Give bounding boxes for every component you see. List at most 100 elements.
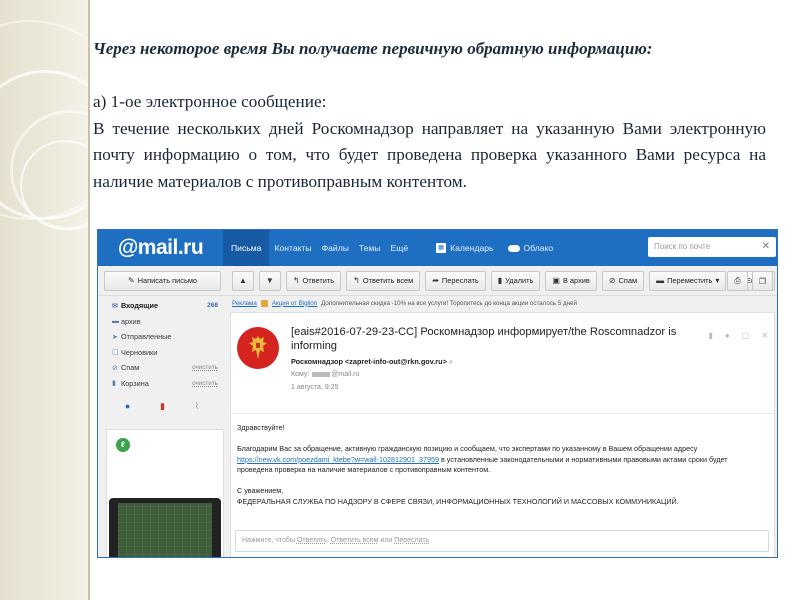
reply-all-label: Ответить всем — [362, 276, 414, 285]
letter-recipient: Кому: @mail.ru — [291, 371, 359, 378]
folder-trash[interactable]: ▮ Корзина очистить — [98, 376, 226, 392]
delete-button[interactable]: ▮ Удалить — [490, 270, 541, 291]
copy-button[interactable]: ❐ — [751, 271, 773, 291]
forward-label: Переслать — [441, 276, 479, 285]
mail-header: @mail.ru Письма Контакты Файлы Темы Ещё … — [98, 230, 777, 266]
letter-subject: [eais#2016-07-29-23-CC] Роскомнадзор инф… — [291, 326, 677, 352]
folder-list: ✉ Входящие 268 ▬ архив ➤ Отправленные ▢ … — [98, 296, 226, 391]
folder-spam[interactable]: ⊘ Спам очистить — [98, 360, 226, 376]
mail-toolbar: ✎ Написать письмо ▲ ▼ ↰ Ответить ↰ Ответ… — [98, 266, 777, 296]
folder-inbox[interactable]: ✉ Входящие 268 — [98, 298, 226, 314]
nav-calendar[interactable]: ▦ Календарь — [431, 230, 498, 266]
closing: С уважением, — [237, 486, 284, 495]
forward-button[interactable]: ➦ Переслать — [425, 270, 486, 291]
dot-icon[interactable]: ● — [725, 331, 730, 340]
cloud-icon — [507, 244, 520, 252]
slide-text: а) 1-ое электронное сообщение: В течение… — [93, 89, 766, 195]
clear-trash-link[interactable]: очистить — [192, 380, 218, 387]
paperclip-icon[interactable]: ⌇ — [195, 401, 199, 412]
redacted-address — [312, 371, 331, 377]
mail-screenshot: @mail.ru Письма Контакты Файлы Темы Ещё … — [97, 229, 778, 558]
trash-icon: ▮ — [112, 380, 116, 388]
slide-paragraph: В течение нескольких дней Роскомнадзор н… — [93, 118, 766, 191]
reply-all-button[interactable]: ↰ Ответить всем — [346, 270, 421, 291]
reply-all-link[interactable]: Ответить всем — [331, 537, 379, 544]
reply-prefix: Нажмите, чтобы — [242, 537, 295, 544]
unread-count: 268 — [207, 302, 218, 310]
to-domain: @mail.ru — [331, 371, 360, 378]
nav-cloud[interactable]: Облако — [503, 230, 559, 266]
search-icon[interactable]: ⌕ — [449, 357, 453, 366]
folder-drafts[interactable]: ▢ Черновики — [98, 345, 226, 361]
archive-button[interactable]: ▣ В архив — [545, 270, 597, 291]
ad-text: Дополнительная скидка -10% на все услуги… — [321, 299, 577, 307]
move-label: Переместить — [667, 276, 713, 285]
reply-icon: ↰ — [292, 276, 300, 285]
folder-label: Черновики — [121, 347, 158, 357]
mail-nav: Письма Контакты Файлы Темы Ещё ▦ Календа… — [223, 230, 558, 266]
bookmark-icon[interactable]: ▮ — [160, 401, 165, 412]
sender-address: Роскомнадзор <zapret-info-out@rkn.gov.ru… — [291, 357, 447, 366]
letter-sender[interactable]: Роскомнадзор <zapret-info-out@rkn.gov.ru… — [291, 357, 453, 367]
sidebar-ad[interactable]: ℓ — [106, 429, 224, 557]
vk-link[interactable]: https://new.vk.com/poezdami_ktebe?w=wall… — [237, 455, 439, 464]
spam-button[interactable]: ⊘ Спам — [601, 270, 645, 291]
forward-link[interactable]: Переслать — [394, 537, 429, 544]
slide-decoration — [0, 0, 88, 600]
ad-banner: Реклама Акция от Biglion Дополнительная … — [226, 296, 777, 310]
bookmark-icon[interactable]: ▮ — [708, 331, 712, 340]
folder-sidebar: ✉ Входящие 268 ▬ архив ➤ Отправленные ▢ … — [98, 296, 226, 557]
compose-button[interactable]: ✎ Написать письмо — [104, 270, 221, 291]
arrow-down-icon: ▼ — [265, 276, 274, 285]
letter: [eais#2016-07-29-23-CC] Роскомнадзор инф… — [230, 312, 775, 557]
prev-button[interactable]: ▲ — [232, 270, 254, 291]
reply-link[interactable]: Ответить — [297, 537, 327, 544]
folder-label: архив — [121, 316, 141, 326]
folder-sent[interactable]: ➤ Отправленные — [98, 329, 226, 345]
ad-link[interactable]: Акция от Biglion — [272, 300, 317, 307]
ad-logo-icon: ℓ — [116, 438, 130, 452]
nav-letters[interactable]: Письма — [223, 230, 270, 266]
draft-icon: ▢ — [112, 349, 119, 357]
reply-label: Ответить — [302, 276, 335, 285]
copy-icon: ❐ — [758, 276, 766, 286]
next-button[interactable]: ▼ — [258, 270, 281, 291]
close-icon[interactable]: ✕ — [762, 237, 770, 257]
folder-icon: ▬ — [112, 317, 119, 325]
slide-divider — [88, 0, 90, 600]
forward-icon: ➦ — [432, 276, 439, 285]
pencil-icon: ✎ — [127, 276, 135, 285]
folder-archive[interactable]: ▬ архив — [98, 314, 226, 330]
print-button[interactable]: ⎙ — [727, 271, 748, 291]
folder-label: Входящие — [121, 301, 159, 311]
calendar-icon: ▦ — [436, 243, 447, 253]
compose-label: Написать письмо — [137, 276, 198, 285]
archive-label: В архив — [562, 276, 590, 285]
quick-reply-field[interactable]: Нажмите, чтобы Ответить, Ответить всем и… — [235, 530, 769, 552]
greeting: Здравствуйте! — [237, 423, 285, 432]
square-icon[interactable]: ▢ — [742, 331, 750, 340]
dot-icon[interactable]: ● — [125, 401, 130, 412]
slide-heading: Через некоторое время Вы получаете перви… — [93, 39, 653, 58]
signature: ФЕДЕРАЛЬНАЯ СЛУЖБА ПО НАДЗОРУ В СФЕРЕ СВ… — [237, 496, 679, 506]
move-button[interactable]: ▬ Переместить ▾ — [649, 270, 727, 291]
nav-cloud-label: Облако — [523, 243, 554, 253]
mail-logo[interactable]: @mail.ru — [98, 236, 223, 260]
close-icon[interactable]: ✕ — [761, 331, 768, 340]
ad-tag[interactable]: Реклама — [232, 300, 257, 307]
nav-files[interactable]: Файлы — [317, 230, 354, 266]
folder-icon: ▬ — [656, 276, 665, 285]
nav-more[interactable]: Ещё — [386, 230, 414, 266]
search-input[interactable]: Поиск по почте ✕ — [648, 237, 776, 257]
reply-all-icon: ↰ — [353, 276, 360, 285]
clear-spam-link[interactable]: очистить — [192, 364, 218, 371]
inbox-icon: ✉ — [112, 302, 118, 310]
nav-contacts[interactable]: Контакты — [269, 230, 316, 266]
ad-icon — [260, 299, 268, 307]
arrow-up-icon: ▲ — [239, 276, 247, 285]
reply-or: или — [380, 537, 393, 544]
letter-body: Здравствуйте! Благодарим Вас за обращени… — [237, 423, 765, 507]
trash-icon: ▮ — [497, 276, 503, 285]
reply-button[interactable]: ↰ Ответить — [285, 270, 342, 291]
nav-topics[interactable]: Темы — [354, 230, 386, 266]
